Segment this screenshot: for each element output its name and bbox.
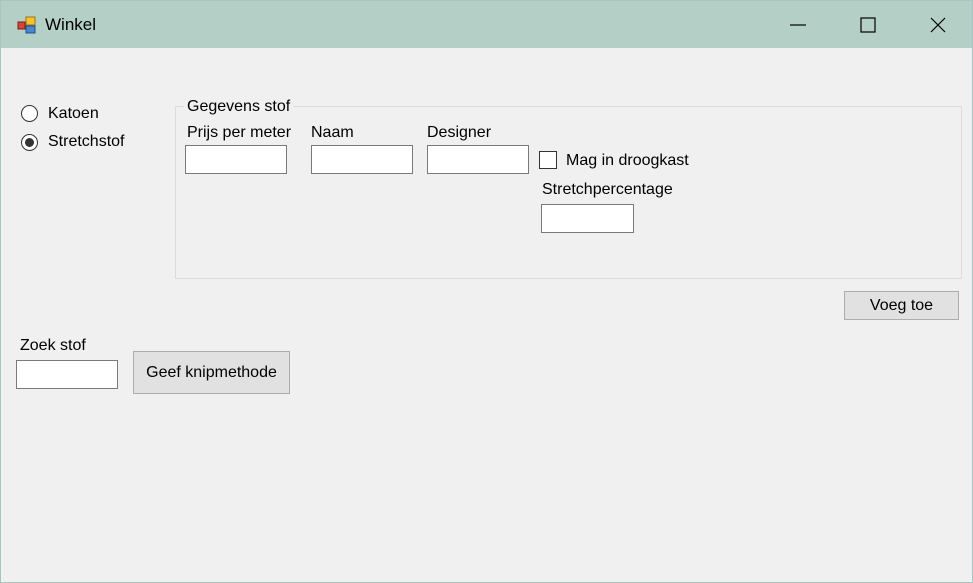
designer-label: Designer [427, 124, 492, 141]
window-title: Winkel [45, 15, 97, 34]
main-window: Winkel Katoen Stretchstof Gegevens stof … [0, 0, 973, 583]
radio-stretchstof-label[interactable]: Stretchstof [48, 133, 124, 151]
prijs-per-meter-label: Prijs per meter [187, 124, 292, 141]
voeg-toe-button[interactable]: Voeg toe [844, 291, 959, 320]
title-bar[interactable]: Winkel [1, 1, 972, 48]
radio-stretchstof[interactable] [21, 134, 38, 151]
radio-selected-dot [25, 138, 34, 147]
groupbox-title: Gegevens stof [184, 98, 294, 116]
geef-knipmethode-button[interactable]: Geef knipmethode [133, 351, 290, 394]
close-button[interactable] [903, 1, 973, 48]
mag-in-droogkast-checkbox[interactable] [539, 151, 557, 169]
app-icon [17, 16, 36, 34]
maximize-button[interactable] [833, 1, 903, 48]
minimize-button[interactable] [763, 1, 833, 48]
stretchpercentage-input[interactable] [541, 204, 634, 233]
zoek-stof-input[interactable] [16, 360, 118, 389]
prijs-per-meter-input[interactable] [185, 145, 287, 174]
maximize-icon [860, 16, 876, 33]
naam-label: Naam [311, 124, 354, 141]
minimize-icon [790, 23, 806, 26]
close-icon [930, 17, 946, 32]
stretchpercentage-label: Stretchpercentage [542, 181, 673, 198]
radio-katoen[interactable] [21, 105, 38, 122]
zoek-stof-label: Zoek stof [20, 337, 86, 354]
designer-input[interactable] [427, 145, 529, 174]
radio-katoen-label[interactable]: Katoen [48, 105, 99, 123]
naam-input[interactable] [311, 145, 413, 174]
mag-in-droogkast-label[interactable]: Mag in droogkast [566, 152, 689, 170]
